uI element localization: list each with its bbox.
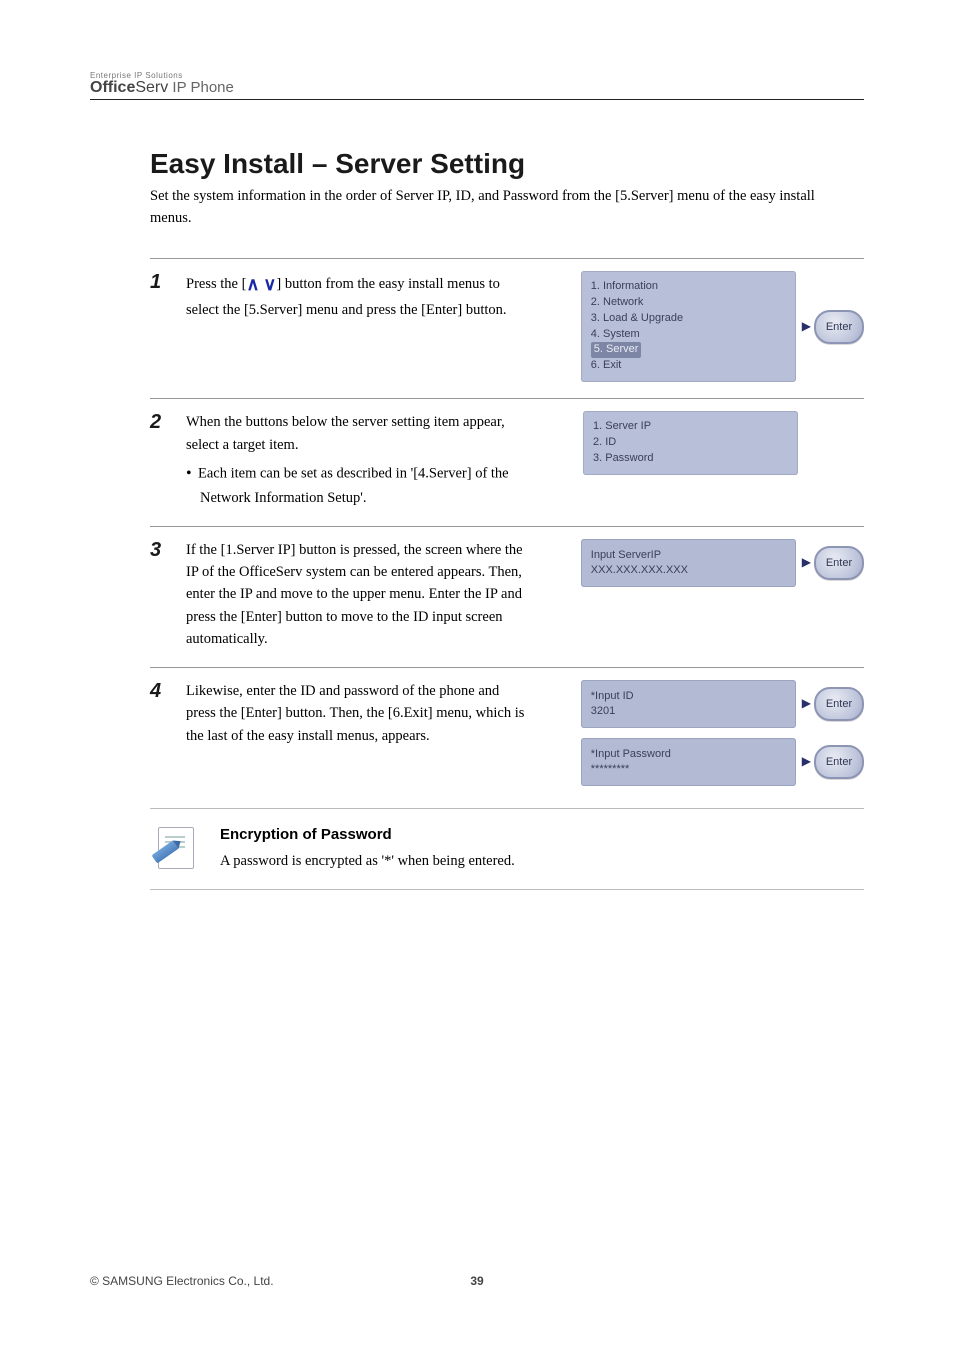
play-right-icon: ▶ <box>802 319 811 334</box>
step-text-prefix: Press the [ <box>186 276 246 292</box>
step-bullets: Each item can be set as described in '[4… <box>186 462 526 509</box>
graphic-row: *Input Password ********* ▶ Enter <box>581 738 864 786</box>
brand-regular: Serv <box>135 79 168 96</box>
menu-item: 1. Information <box>591 279 786 295</box>
enter-button[interactable]: Enter <box>814 546 864 580</box>
lcd-line: Input ServerIP <box>591 548 786 563</box>
play-right-icon: ▶ <box>802 754 811 769</box>
brand-main: OfficeServ IP Phone <box>90 80 864 97</box>
lcd-line: 3201 <box>591 704 786 719</box>
step-graphic: *Input ID 3201 ▶ Enter *Input Password *… <box>581 680 864 786</box>
menu-item: 2. Network <box>591 295 786 311</box>
lcd-panel: Input ServerIP XXX.XXX.XXX.XXX <box>581 539 796 587</box>
lcd-line: ********* <box>591 762 786 777</box>
lcd-panel: *Input ID 3201 <box>581 680 796 728</box>
nav-down-icon: ∨ <box>263 271 276 299</box>
page: Enterprise IP Solutions OfficeServ IP Ph… <box>0 0 954 1348</box>
step-number: 1 <box>150 271 172 293</box>
enter-chain: ▶ Enter <box>802 310 864 344</box>
step-body: When the buttons below the server settin… <box>186 411 526 509</box>
enter-chain: ▶ Enter <box>802 546 864 580</box>
menu-panel: 1. Server IP 2. ID 3. Password <box>583 411 798 475</box>
step-graphic: 1. Server IP 2. ID 3. Password <box>583 411 864 475</box>
step-text: Likewise, enter the ID and password of t… <box>186 683 524 744</box>
page-number: 39 <box>90 1274 864 1288</box>
note-label: Encryption of Password <box>220 823 515 846</box>
note-icon <box>150 823 198 871</box>
menu-item: 2. ID <box>593 435 788 451</box>
enter-chain: ▶ Enter <box>802 687 864 721</box>
note-box: Encryption of Password A password is enc… <box>150 808 864 890</box>
brand-block: Enterprise IP Solutions OfficeServ IP Ph… <box>90 72 864 97</box>
enter-button[interactable]: Enter <box>814 310 864 344</box>
menu-panel: 1. Information 2. Network 3. Load & Upgr… <box>581 271 796 383</box>
graphic-row: 1. Information 2. Network 3. Load & Upgr… <box>581 271 864 383</box>
steps-list: 1 Press the [∧ ∨] button from the easy i… <box>150 258 864 802</box>
menu-item-selected: 5. Server <box>591 342 786 358</box>
step-body: Press the [∧ ∨] button from the easy ins… <box>186 271 526 321</box>
header-rule <box>90 99 864 100</box>
brand-bold: Office <box>90 79 135 96</box>
step-body: Likewise, enter the ID and password of t… <box>186 680 526 747</box>
enter-chain: ▶ Enter <box>802 745 864 779</box>
graphic-row: 1. Server IP 2. ID 3. Password <box>583 411 864 475</box>
step-graphic: 1. Information 2. Network 3. Load & Upgr… <box>581 271 864 383</box>
step-text: When the buttons below the server settin… <box>186 414 505 452</box>
step-body: If the [1.Server IP] button is pressed, … <box>186 539 526 651</box>
bullet-item: Each item can be set as described in '[4… <box>200 462 526 509</box>
step-number: 2 <box>150 411 172 433</box>
step-number: 3 <box>150 539 172 561</box>
note-text: Encryption of Password A password is enc… <box>220 823 515 873</box>
step-number: 4 <box>150 680 172 702</box>
lcd-line: *Input ID <box>591 689 786 704</box>
play-right-icon: ▶ <box>802 696 811 711</box>
step: 2 When the buttons below the server sett… <box>150 398 864 525</box>
lcd-panel: *Input Password ********* <box>581 738 796 786</box>
graphic-row: Input ServerIP XXX.XXX.XXX.XXX ▶ Enter <box>581 539 864 587</box>
graphic-row: *Input ID 3201 ▶ Enter <box>581 680 864 728</box>
brand-suffix: IP Phone <box>168 79 234 96</box>
lcd-line: XXX.XXX.XXX.XXX <box>591 563 786 578</box>
note-body: A password is encrypted as '*' when bein… <box>220 853 515 869</box>
play-right-icon: ▶ <box>802 555 811 570</box>
lcd-line: *Input Password <box>591 747 786 762</box>
content: Easy Install – Server Setting Set the sy… <box>150 148 864 889</box>
nav-up-icon: ∧ <box>246 271 259 299</box>
step-text: If the [1.Server IP] button is pressed, … <box>186 542 523 648</box>
menu-item: 3. Load & Upgrade <box>591 311 786 327</box>
page-footer: © SAMSUNG Electronics Co., Ltd. 39 <box>90 1274 274 1288</box>
menu-item: 4. System <box>591 327 786 343</box>
section-lead: Set the system information in the order … <box>150 186 830 230</box>
menu-item: 1. Server IP <box>593 419 788 435</box>
enter-button[interactable]: Enter <box>814 745 864 779</box>
menu-item: 3. Password <box>593 451 788 467</box>
step-graphic: Input ServerIP XXX.XXX.XXX.XXX ▶ Enter <box>581 539 864 587</box>
section-heading: Easy Install – Server Setting <box>150 148 864 180</box>
menu-item: 6. Exit <box>591 358 786 374</box>
step: 4 Likewise, enter the ID and password of… <box>150 667 864 802</box>
step: 1 Press the [∧ ∨] button from the easy i… <box>150 258 864 399</box>
step: 3 If the [1.Server IP] button is pressed… <box>150 526 864 667</box>
enter-button[interactable]: Enter <box>814 687 864 721</box>
